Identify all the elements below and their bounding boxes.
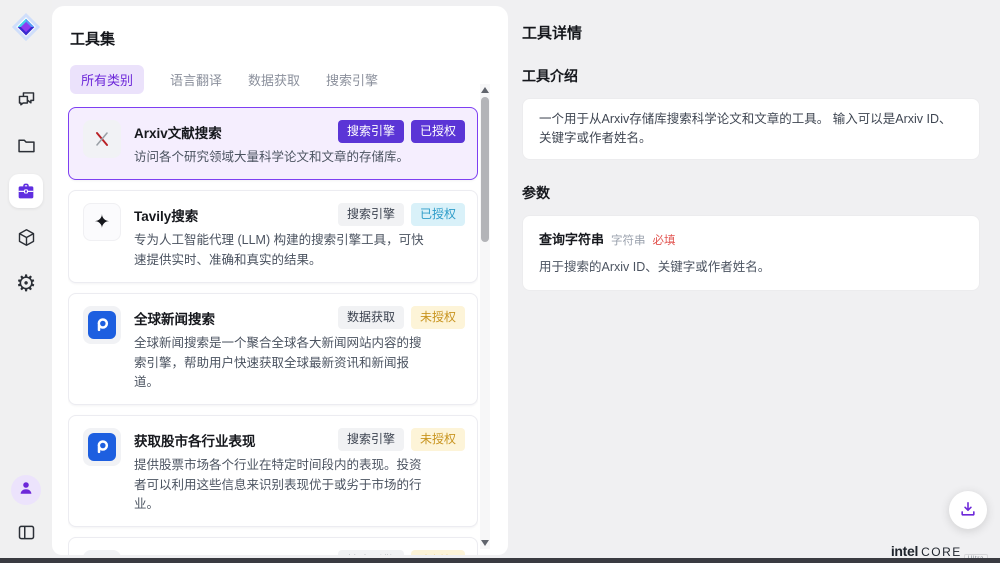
scrollbar-thumb[interactable] [481,97,489,242]
folder-icon [16,135,37,156]
layout-icon [16,522,37,543]
toolset-panel: 工具集 所有类别语言翻译数据获取搜索引擎 Arxiv文献搜索访问各个研究领域大量… [52,6,508,555]
tool-list: Arxiv文献搜索访问各个研究领域大量科学论文和文章的存储库。搜索引擎已授权✦T… [68,107,478,555]
sidebar-item-models[interactable] [9,220,43,254]
category-badge: 搜索引擎 [338,120,404,143]
tool-desc: 全球新闻搜索是一个聚合全球各大新闻网站内容的搜索引擎，帮助用户快速获取全球最新资… [134,334,426,392]
auth-badge: 未授权 [411,428,465,451]
sidebar-item-tools[interactable] [9,174,43,208]
avatar-icon [17,479,35,502]
category-badge: 搜索引擎 [338,550,404,555]
auth-badge: 已授权 [411,203,465,226]
tool-card[interactable]: ✦Tavily搜索专为人工智能代理 (LLM) 构建的搜索引擎工具，可快速提供实… [68,190,478,283]
sidebar-item-panel[interactable] [9,515,43,549]
param-required-badge: 必填 [653,232,676,248]
category-badge: 搜索引擎 [338,203,404,226]
tool-detail-panel: 工具详情 工具介绍 一个用于从Arxiv存储库搜索科学论文和文章的工具。 输入可… [508,0,1000,563]
sidebar-item-profile[interactable] [11,475,41,505]
intro-text: 一个用于从Arxiv存储库搜索科学论文和文章的工具。 输入可以是Arxiv ID… [539,110,963,148]
category-tabs: 所有类别语言翻译数据获取搜索引擎 [70,65,508,94]
newsq-icon [83,306,121,344]
param-type: 字符串 [611,232,646,248]
category-badge: 数据获取 [338,306,404,329]
tool-card[interactable]: 获取股市各行业表现提供股票市场各个行业在特定时间段内的表现。投资者可以利用这些信… [68,415,478,527]
toolbox-icon [15,180,37,202]
tool-card[interactable]: 获取市场最活跃股票信息提供当天交易量最高的股票列表，投资者可以利用这些信息来识别… [68,537,478,555]
category-tab-3[interactable]: 搜索引擎 [326,65,378,94]
detail-title: 工具详情 [522,22,980,43]
app-window: ⚙ 工具集 所有类别语言翻译数据获取搜索引擎 Arxiv文献搜索访问各个研究领域… [0,0,1000,563]
newsq-icon [83,550,121,555]
scrollbar[interactable] [480,84,490,549]
param-name: 查询字符串 [539,229,604,248]
intel-text: intel [891,543,918,559]
param-card: 查询字符串 字符串 必填 用于搜索的Arxiv ID、关键字或作者姓名。 [522,215,980,291]
sidebar-item-chat[interactable] [9,82,43,116]
category-tab-0[interactable]: 所有类别 [70,65,144,94]
scroll-down-arrow-icon[interactable] [481,540,489,546]
intro-card: 一个用于从Arxiv存储库搜索科学论文和文章的工具。 输入可以是Arxiv ID… [522,98,980,160]
sidebar-item-settings[interactable]: ⚙ [9,266,43,300]
core-text: CORE [921,545,962,559]
intro-heading: 工具介绍 [522,66,980,86]
tool-card[interactable]: 全球新闻搜索全球新闻搜索是一个聚合全球各大新闻网站内容的搜索引擎，帮助用户快速获… [68,293,478,405]
sidebar-item-files[interactable] [9,128,43,162]
sidebar-bottom [9,475,43,549]
tool-desc: 访问各个研究领域大量科学论文和文章的存储库。 [134,148,409,167]
auth-badge: 已授权 [411,120,465,143]
app-logo[interactable] [11,12,41,42]
cube-icon [16,227,37,248]
param-desc: 用于搜索的Arxiv ID、关键字或作者姓名。 [539,256,963,275]
tool-card[interactable]: Arxiv文献搜索访问各个研究领域大量科学论文和文章的存储库。搜索引擎已授权 [68,107,478,180]
chat-icon [16,89,37,110]
sidebar: ⚙ [0,0,52,563]
category-tab-1[interactable]: 语言翻译 [170,65,222,94]
download-icon [958,499,978,522]
category-tab-2[interactable]: 数据获取 [248,65,300,94]
auth-badge: 未授权 [411,306,465,329]
category-badge: 搜索引擎 [338,428,404,451]
gear-icon: ⚙ [16,272,37,295]
download-button[interactable] [949,491,987,529]
newsq-icon [83,428,121,466]
arxiv-icon [83,120,121,158]
tavily-icon: ✦ [83,203,121,241]
intel-core-logo: intel CORE Ultra [891,543,988,559]
param-head: 查询字符串 字符串 必填 [539,229,963,248]
params-heading: 参数 [522,183,980,203]
sidebar-nav: ⚙ [9,82,43,300]
window-bottom-bar [0,558,1000,563]
tool-desc: 专为人工智能代理 (LLM) 构建的搜索引擎工具，可快速提供实时、准确和真实的结… [134,231,426,270]
scroll-up-arrow-icon[interactable] [481,87,489,93]
auth-badge: 未授权 [411,550,465,555]
tool-desc: 提供股票市场各个行业在特定时间段内的表现。投资者可以利用这些信息来识别表现优于或… [134,456,426,514]
toolset-title: 工具集 [70,28,508,49]
